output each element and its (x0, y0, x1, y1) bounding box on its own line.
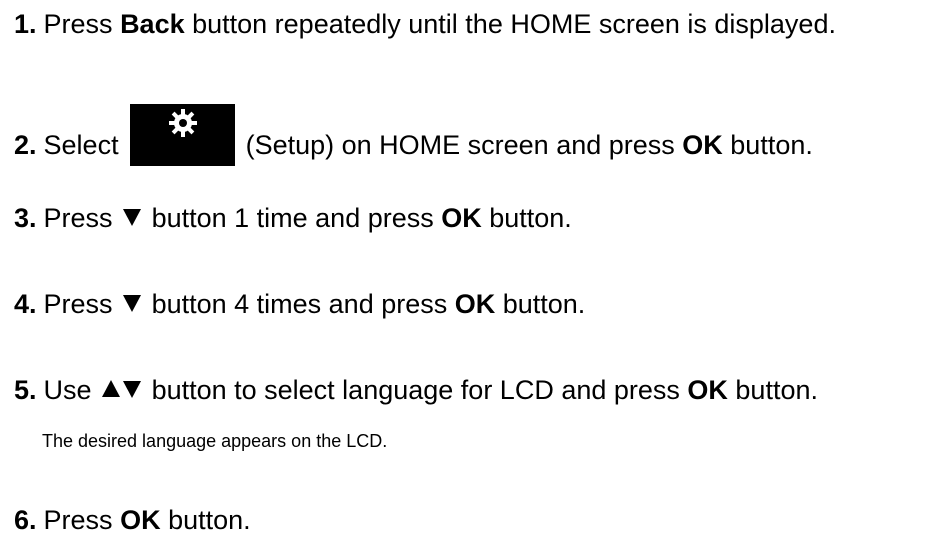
ok-button-label: OK (120, 505, 161, 535)
ok-button-label: OK (441, 203, 482, 233)
setup-icon (130, 104, 236, 166)
step-text: button. (160, 505, 251, 535)
step-number: 6. (14, 505, 37, 535)
step-number: 2. (14, 130, 37, 161)
step-text: button. (722, 130, 813, 161)
step-text: button 4 times and press (144, 289, 455, 319)
step-2: 2. Select (Setup) on HOME screen and pres… (14, 104, 813, 178)
step-text: button 1 time and press (144, 203, 442, 233)
step-text: button. (495, 289, 586, 319)
step-text: Press (43, 203, 121, 233)
step-text: Press (43, 289, 121, 319)
ok-button-label: OK (454, 289, 496, 319)
down-triangle-icon (123, 208, 142, 226)
step-1: 1. Press Back button repeatedly until the… (14, 8, 836, 40)
step-text: Press (43, 505, 121, 535)
step-5: 5. Use button to select language for LCD … (14, 374, 818, 406)
step-6: 6. Press OK button. (14, 504, 251, 536)
step-number: 1. (14, 9, 37, 39)
step-text: button repeatedly until the HOME screen … (184, 9, 836, 39)
step-3: 3. Press button 1 time and press OK butto… (14, 202, 572, 234)
up-triangle-icon (102, 379, 121, 397)
step-4: 4. Press button 4 times and press OK butt… (14, 288, 585, 320)
step-text: (Setup) on HOME screen and press (238, 130, 683, 161)
step-text: Use (43, 375, 100, 405)
step-number: 3. (14, 203, 37, 233)
step-number: 5. (14, 375, 37, 405)
gear-icon (169, 109, 198, 137)
step-5-note: The desired language appears on the LCD. (42, 431, 388, 451)
step-number: 4. (14, 289, 37, 319)
step-text: button. (481, 203, 572, 233)
down-triangle-icon (123, 294, 142, 312)
step-text: button to select language for LCD and pr… (144, 375, 688, 405)
step-text: Press (43, 9, 121, 39)
step-text: button. (727, 375, 818, 405)
ok-button-label: OK (687, 375, 728, 405)
back-button-label: Back (120, 9, 185, 39)
step-text: Select (43, 130, 127, 161)
ok-button-label: OK (682, 130, 723, 161)
down-triangle-icon (123, 380, 142, 398)
